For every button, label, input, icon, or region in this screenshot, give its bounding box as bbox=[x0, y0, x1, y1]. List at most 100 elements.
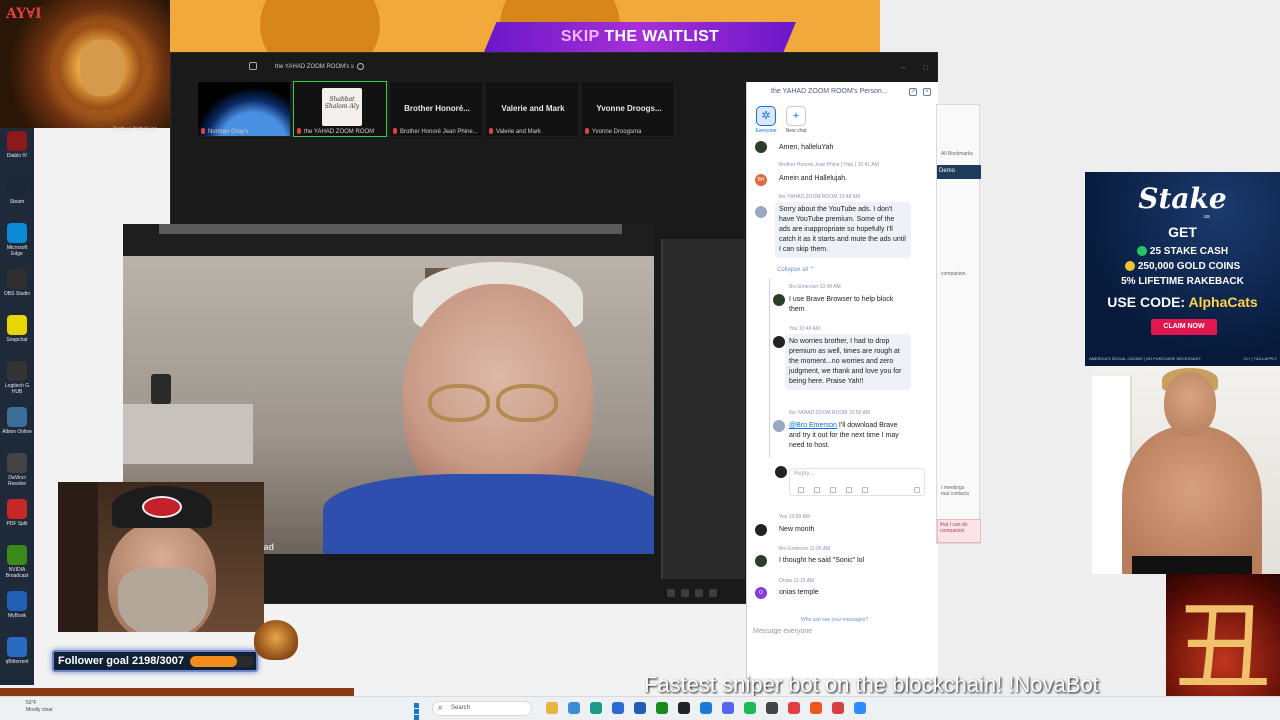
maximize-icon[interactable]: □ bbox=[923, 64, 931, 72]
windows-start-icon[interactable] bbox=[414, 703, 425, 720]
participant-label: Valerie and Mark bbox=[496, 129, 541, 135]
steam-icon bbox=[7, 177, 27, 197]
lion-overlay: AY∀I bbox=[0, 0, 170, 128]
minus-circle-icon[interactable] bbox=[356, 63, 364, 70]
participant-name: Valerie and Mark bbox=[501, 104, 565, 113]
taskbar-search-input[interactable]: ⌕ Search bbox=[432, 701, 532, 716]
settings-icon[interactable] bbox=[695, 589, 703, 597]
claim-now-button[interactable]: CLAIM NOW bbox=[1151, 319, 1217, 335]
plus-icon: + bbox=[786, 106, 806, 126]
participant-tile[interactable]: Yvonne Droogs... Yvonne Droogsma bbox=[581, 81, 675, 137]
follower-progress-fill bbox=[190, 656, 237, 667]
participant-tile[interactable]: Brother Honoré... Brother Honoré Jean Phi… bbox=[389, 81, 483, 137]
desktop-shortcut[interactable]: Microsoft Edge bbox=[2, 221, 32, 267]
avatar bbox=[775, 466, 787, 478]
xbox-icon[interactable] bbox=[656, 702, 668, 714]
desktop-shortcut[interactable]: DaVinci Resolve bbox=[2, 451, 32, 497]
chat-title: the YAHAD ZOOM ROOM's Person... bbox=[771, 88, 888, 95]
highlight-note: that I can do companion bbox=[937, 519, 981, 543]
chat-footer: Who can see your messages? Message every… bbox=[747, 612, 939, 678]
obs-icon bbox=[7, 269, 27, 289]
davinci-icon bbox=[7, 453, 27, 473]
obs-icon[interactable] bbox=[766, 702, 778, 714]
discord-icon[interactable] bbox=[722, 702, 734, 714]
chrome-icon[interactable] bbox=[568, 702, 580, 714]
desktop: Diablo IV Steam Microsoft Edge OBS Studio Sn… bbox=[0, 0, 1280, 720]
mic-muted-icon bbox=[297, 128, 301, 134]
edge-icon[interactable] bbox=[590, 702, 602, 714]
desktop-shortcut[interactable]: qBittorrent bbox=[2, 635, 32, 681]
lion-mascot-icon bbox=[254, 620, 298, 660]
minimize-icon[interactable]: – bbox=[901, 64, 909, 72]
x-icon[interactable] bbox=[678, 702, 690, 714]
desktop-shortcut[interactable]: Steam bbox=[2, 175, 32, 221]
layout-icon[interactable] bbox=[681, 589, 689, 597]
thread-reply-input[interactable]: Reply... bbox=[789, 468, 925, 496]
chrome2-icon[interactable] bbox=[832, 702, 844, 714]
participant-label: Brother Honoré Jean Phine... bbox=[400, 129, 478, 135]
participant-name: Brother Honoré... bbox=[404, 104, 470, 113]
chat-tabs: ✲ Everyone + New chat bbox=[751, 106, 931, 140]
mic-muted-icon bbox=[393, 128, 397, 134]
desktop-shortcut[interactable]: MyBook bbox=[2, 589, 32, 635]
mail-icon[interactable] bbox=[634, 702, 646, 714]
desktop-shortcut[interactable]: OBS Studio bbox=[2, 267, 32, 313]
chrome-active-icon[interactable] bbox=[788, 702, 800, 714]
participant-tile[interactable]: Valerie and Mark Valerie and Mark bbox=[485, 81, 579, 137]
zoom-icon[interactable] bbox=[854, 702, 866, 714]
store-icon[interactable] bbox=[612, 702, 624, 714]
avatar: BH bbox=[755, 174, 767, 186]
mic-muted-icon bbox=[585, 128, 589, 134]
gif-icon[interactable] bbox=[830, 487, 836, 493]
desktop-shortcut[interactable]: Logitech G HUB bbox=[2, 359, 32, 405]
desktop-shortcut[interactable]: NVIDIA Broadcast bbox=[2, 543, 32, 589]
desktop-shortcut[interactable]: Diablo IV bbox=[2, 129, 32, 175]
background-browser-window: All Bookmarks Demo companion. r meetings… bbox=[936, 104, 981, 544]
streamer-webcam bbox=[58, 482, 264, 632]
view-icon[interactable] bbox=[667, 589, 675, 597]
message-composer[interactable]: Message everyone bbox=[753, 628, 933, 642]
participant-label: Yvonne Droogsma bbox=[592, 129, 642, 135]
participant-tile[interactable]: Shabbat Shalom Aly the YAHAD ZOOM ROOM bbox=[293, 81, 387, 137]
chat-header: the YAHAD ZOOM ROOM's Person... ↗ × bbox=[747, 82, 939, 102]
file-icon[interactable] bbox=[846, 487, 852, 493]
send-icon[interactable] bbox=[914, 487, 920, 493]
zoom-titlebar: the YAHAD ZOOM ROOM's s – □ bbox=[171, 59, 939, 77]
close-icon[interactable]: × bbox=[923, 88, 931, 96]
participant-label: Joshua YahsLion bbox=[112, 127, 158, 133]
expand-icon[interactable] bbox=[709, 589, 717, 597]
tab-everyone[interactable]: ✲ Everyone bbox=[751, 106, 781, 134]
desktop-shortcut[interactable]: Albion Online bbox=[2, 405, 32, 451]
cash-coin-icon bbox=[1136, 246, 1147, 257]
pdf-icon bbox=[7, 499, 27, 519]
brave-icon[interactable] bbox=[810, 702, 822, 714]
mic-muted-icon bbox=[489, 128, 493, 134]
desktop-icon-column: Diablo IV Steam Microsoft Edge OBS Studio Sn… bbox=[0, 125, 34, 685]
desktop-shortcut[interactable]: PDF Split bbox=[2, 497, 32, 543]
emoji-icon[interactable] bbox=[814, 487, 820, 493]
mic-muted-icon bbox=[201, 128, 205, 134]
demo-button[interactable]: Demo bbox=[937, 165, 981, 179]
popout-icon[interactable]: ↗ bbox=[909, 88, 917, 96]
participant-tile[interactable]: Norman Gray's bbox=[197, 81, 291, 137]
tab-new-chat[interactable]: + New chat bbox=[781, 106, 811, 134]
albion-icon bbox=[7, 407, 27, 427]
weather-widget[interactable]: 53°F Mostly clear bbox=[26, 700, 53, 714]
stake-advertisement[interactable]: Stake .us GET 25 STAKE CASH 250,000 GOLD… bbox=[1085, 172, 1280, 366]
who-can-see-link[interactable]: Who can see your messages? bbox=[801, 617, 868, 623]
mention-link[interactable]: @Bro Emerson bbox=[789, 422, 837, 429]
avatar bbox=[773, 294, 785, 306]
spotify-icon[interactable] bbox=[744, 702, 756, 714]
format-icon[interactable] bbox=[798, 487, 804, 493]
screenshot-icon[interactable] bbox=[862, 487, 868, 493]
chat-message-list: Amen, halleluYah Brother Honoré Jean Phi… bbox=[747, 140, 931, 610]
photos-icon[interactable] bbox=[700, 702, 712, 714]
file-explorer-icon[interactable] bbox=[546, 702, 558, 714]
desktop-shortcut[interactable]: Snapchat bbox=[2, 313, 32, 359]
avatar bbox=[755, 524, 767, 536]
avatar bbox=[773, 420, 785, 432]
skip-waitlist-banner[interactable]: SKIP THE WAITLIST bbox=[484, 22, 796, 52]
banner-rest: THE WAITLIST bbox=[604, 28, 720, 45]
participant-thumbnail: Shabbat Shalom Aly bbox=[322, 88, 362, 126]
follower-goal-label: Follower goal 2198/3007 bbox=[58, 655, 184, 667]
